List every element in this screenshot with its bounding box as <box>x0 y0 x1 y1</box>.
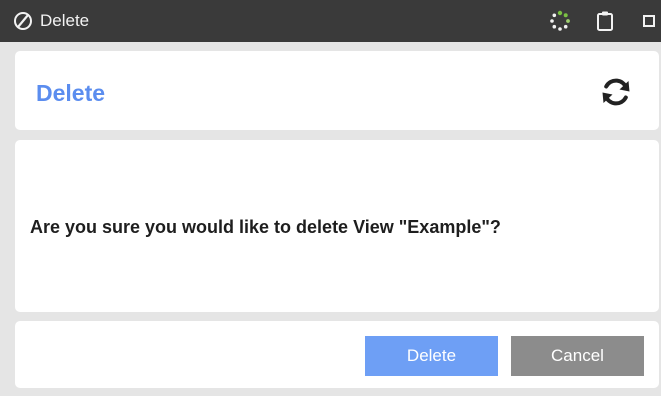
dialog-header: Delete <box>15 51 659 130</box>
delete-button[interactable]: Delete <box>365 336 498 376</box>
maximize-icon[interactable] <box>643 15 655 27</box>
window-title: Delete <box>40 11 90 30</box>
app-logo-icon <box>14 12 32 30</box>
cancel-button[interactable]: Cancel <box>511 336 644 376</box>
dialog-footer: Delete Cancel <box>15 321 659 388</box>
refresh-icon[interactable] <box>599 75 633 109</box>
dialog-title: Delete <box>36 80 106 106</box>
loading-spinner-icon <box>550 10 570 31</box>
window-titlebar: Delete <box>0 0 661 42</box>
clipboard-icon[interactable] <box>596 10 614 32</box>
confirmation-message: Are you sure you would like to delete Vi… <box>30 217 501 237</box>
dialog-body: Are you sure you would like to delete Vi… <box>15 140 659 312</box>
